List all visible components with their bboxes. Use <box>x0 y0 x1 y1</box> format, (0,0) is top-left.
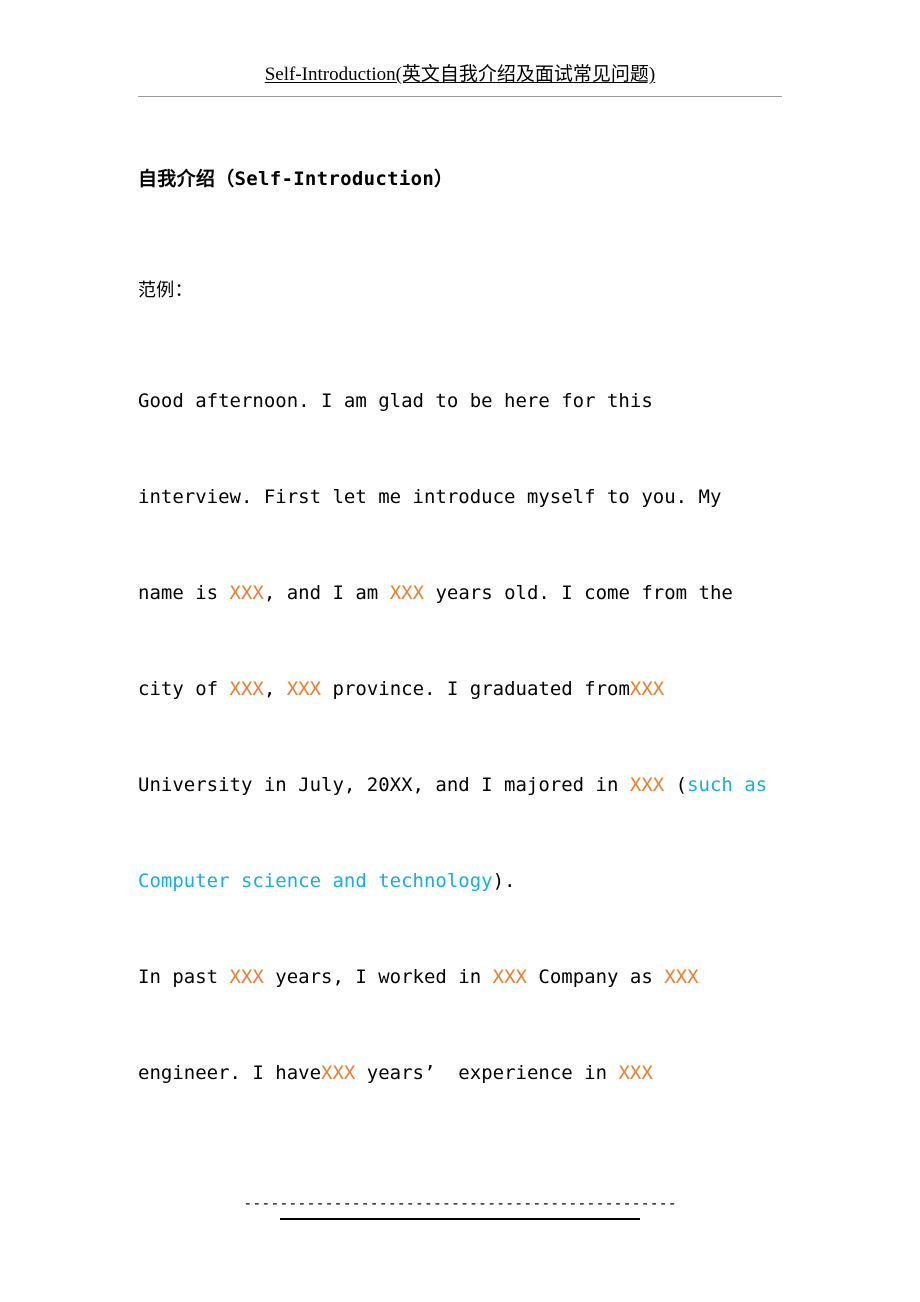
placeholder-token: XXX <box>492 966 527 988</box>
text-token: years, I worked in <box>263 966 493 988</box>
body-line: Good afternoon. I am glad to be here for… <box>138 390 653 412</box>
body-line: In past XXX years, I worked in XXX Compa… <box>138 966 699 988</box>
placeholder-token: XXX <box>629 774 665 796</box>
footer-dash-line: ----------------------------------------… <box>243 1194 677 1212</box>
placeholder-token: XXX <box>321 1062 356 1084</box>
footer-rule <box>280 1218 640 1220</box>
text-token: years old. I come from the <box>424 582 733 604</box>
text-token: In past <box>138 966 230 988</box>
placeholder-token: XXX <box>229 966 264 988</box>
text-token: Company as <box>526 966 665 988</box>
text-token: , <box>263 678 287 700</box>
placeholder-token: XXX <box>618 1062 653 1084</box>
text-token: engineer. I have <box>138 1062 322 1084</box>
text-token: University in July, 20XX, and I majored … <box>138 774 630 796</box>
text-token: province. I graduated from <box>321 678 630 700</box>
body-line: University in July, 20XX, and I majored … <box>138 774 767 796</box>
body-line: Computer science and technology). <box>138 870 516 892</box>
text-token: , and I am <box>263 582 390 604</box>
body-line: city of XXX, XXX province. I graduated f… <box>138 678 664 700</box>
placeholder-token: XXX <box>286 678 322 700</box>
text-token: interview. First let me introduce myself… <box>138 486 722 508</box>
placeholder-token: XXX <box>629 678 665 700</box>
text-token: ). <box>492 870 516 892</box>
text-token: city of <box>138 678 230 700</box>
section-subheading: 范例： <box>138 280 193 301</box>
example-token: such as <box>687 774 768 796</box>
section-heading: 自我介绍（Self-Introduction） <box>138 168 454 190</box>
text-token: years’ experience in <box>355 1062 619 1084</box>
placeholder-token: XXX <box>389 582 425 604</box>
example-token: Computer science and technology <box>138 870 493 892</box>
footer-separator: ----------------------------------------… <box>0 1194 920 1212</box>
body-line: engineer. I haveXXX years’ experience in… <box>138 1062 653 1084</box>
text-token: ( <box>664 774 688 796</box>
body-line: interview. First let me introduce myself… <box>138 486 721 508</box>
document-header: Self-Introduction(英文自我介绍及面试常见问题) <box>138 64 782 87</box>
placeholder-token: XXX <box>664 966 699 988</box>
header-rule <box>138 96 782 97</box>
body-line: name is XXX, and I am XXX years old. I c… <box>138 582 733 604</box>
header-title: Self-Introduction(英文自我介绍及面试常见问题) <box>264 64 656 85</box>
placeholder-token: XXX <box>229 678 264 700</box>
placeholder-token: XXX <box>229 582 264 604</box>
document-page: Self-Introduction(英文自我介绍及面试常见问题) 自我介绍（Se… <box>0 0 920 1302</box>
text-token: name is <box>138 582 230 604</box>
text-token: Good afternoon. I am glad to be here for… <box>138 390 653 412</box>
